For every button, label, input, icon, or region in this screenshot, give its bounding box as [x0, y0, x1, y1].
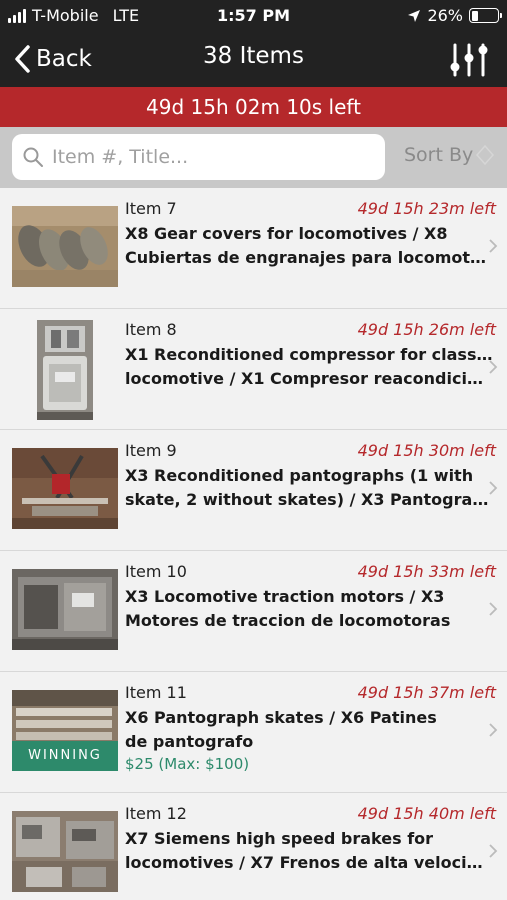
filter-button[interactable] — [449, 41, 489, 79]
list-item[interactable]: Item 7 49d 15h 23m left X8 Gear covers f… — [0, 188, 507, 309]
item-time-left: 49d 15h 33m left — [357, 562, 496, 581]
item-title: X3 Reconditioned pantographs (1 with ska… — [125, 464, 493, 512]
search-box[interactable] — [12, 134, 385, 180]
item-title-line: locomotive / X1 Compresor reacondicionad… — [125, 369, 493, 388]
item-title-line: de pantografo — [125, 732, 254, 751]
sort-by-button[interactable]: Sort By — [404, 143, 495, 167]
list-item[interactable]: Item 9 49d 15h 30m left X3 Reconditioned… — [0, 430, 507, 551]
item-number: Item 8 — [125, 320, 177, 339]
item-time-left: 49d 15h 37m left — [357, 683, 496, 702]
item-title-line: X3 Reconditioned pantographs (1 with — [125, 466, 474, 485]
item-time-left: 49d 15h 26m left — [357, 320, 496, 339]
item-thumbnail — [12, 811, 118, 892]
item-title-line: X3 Locomotive traction motors / X3 — [125, 587, 445, 606]
item-thumbnail — [12, 448, 118, 529]
battery-icon — [469, 8, 502, 23]
chevron-right-icon — [489, 481, 498, 495]
nav-bar: Back 38 Items — [0, 32, 507, 87]
list-item[interactable]: Item 10 49d 15h 33m left X3 Locomotive t… — [0, 551, 507, 672]
item-title: X7 Siemens high speed brakes for locomot… — [125, 827, 493, 875]
battery-percent: 26% — [427, 6, 463, 25]
chevron-right-icon — [489, 602, 498, 616]
item-title-line: X6 Pantograph skates / X6 Patines — [125, 708, 437, 727]
search-row: Sort By — [0, 127, 507, 188]
item-number: Item 7 — [125, 199, 177, 218]
chevron-right-icon — [489, 723, 498, 737]
location-arrow-icon — [408, 9, 421, 22]
auction-countdown: 49d 15h 02m 10s left — [0, 87, 507, 127]
status-bar: T-Mobile LTE 1:57 PM 26% — [0, 0, 507, 32]
list-item[interactable]: Item 12 49d 15h 40m left X7 Siemens high… — [0, 793, 507, 900]
chevron-right-icon — [489, 844, 498, 858]
item-thumbnail — [12, 569, 118, 650]
item-number: Item 10 — [125, 562, 187, 581]
item-title-line: skate, 2 without skates) / X3 Pantografo… — [125, 490, 493, 509]
item-title-line: locomotives / X7 Frenos de alta velocida… — [125, 853, 493, 872]
item-thumbnail: WINNING — [12, 690, 118, 771]
winning-badge: WINNING — [12, 741, 118, 771]
sort-diamond-icon — [476, 144, 495, 166]
list-item[interactable]: WINNING Item 11 49d 15h 37m left X6 Pant… — [0, 672, 507, 793]
item-thumbnail — [37, 320, 93, 420]
item-number: Item 11 — [125, 683, 187, 702]
item-number: Item 9 — [125, 441, 177, 460]
item-title-line: X7 Siemens high speed brakes for — [125, 829, 434, 848]
item-list: Item 7 49d 15h 23m left X8 Gear covers f… — [0, 188, 507, 900]
page-title: 38 Items — [203, 43, 304, 69]
search-input[interactable] — [52, 146, 372, 168]
item-title-line: X8 Gear covers for locomotives / X8 — [125, 224, 448, 243]
item-title: X3 Locomotive traction motors / X3 Motor… — [125, 585, 493, 633]
status-right: 26% — [407, 6, 502, 25]
item-time-left: 49d 15h 30m left — [357, 441, 496, 460]
current-bid: $25 (Max: $100) — [125, 755, 250, 773]
item-thumbnail — [12, 206, 118, 287]
search-icon — [23, 147, 43, 167]
item-title: X8 Gear covers for locomotives / X8 Cubi… — [125, 222, 493, 270]
sliders-icon — [450, 43, 488, 77]
item-title-line: Motores de traccion de locomotoras — [125, 611, 451, 630]
item-title: X1 Reconditioned compressor for class E3… — [125, 343, 493, 391]
item-time-left: 49d 15h 23m left — [357, 199, 496, 218]
item-title-line: Cubiertas de engranajes para locomotras — [125, 248, 493, 267]
item-number: Item 12 — [125, 804, 187, 823]
item-title-line: X1 Reconditioned compressor for class E3… — [125, 345, 493, 364]
chevron-right-icon — [489, 239, 498, 253]
sort-by-label: Sort By — [404, 144, 474, 166]
item-time-left: 49d 15h 40m left — [357, 804, 496, 823]
list-item[interactable]: Item 8 49d 15h 26m left X1 Reconditioned… — [0, 309, 507, 430]
chevron-right-icon — [489, 360, 498, 374]
item-title: X6 Pantograph skates / X6 Patines de pan… — [125, 706, 493, 754]
